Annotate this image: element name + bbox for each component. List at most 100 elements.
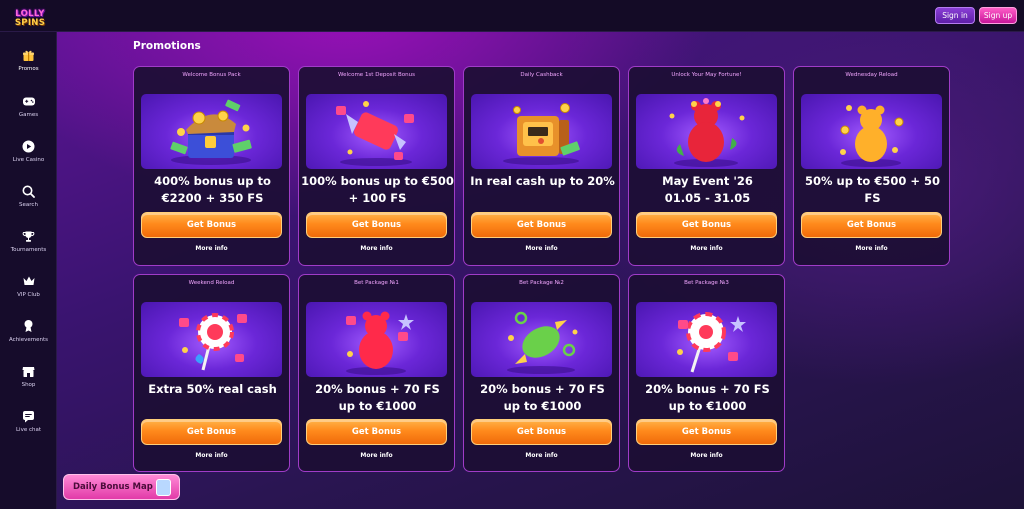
promo-card-title: 20% bonus + 70 FS up to €1000 [631,381,784,415]
sidebar-label: Games [18,112,39,118]
play-icon [21,138,37,154]
sidebar-item-live-chat[interactable]: Live chat [0,408,57,444]
promo-card-title-line2: up to €1000 [668,399,747,413]
red-gummy-bear-image [306,302,447,377]
more-info-link[interactable]: More info [629,245,784,252]
promo-card-title-line1: 20% bonus + 70 FS [645,382,770,396]
promo-card-title-line1: In real cash up to 20% [470,174,615,188]
sidebar-item-achievements[interactable]: Achievements [0,318,57,354]
sidebar-label: Search [19,202,38,208]
promo-card-title: Extra 50% real cash [136,381,289,398]
promo-card-may-fortune: Unlock Your May Fortune! May Event '26 0… [628,66,785,266]
more-info-link[interactable]: More info [464,452,619,459]
get-bonus-button[interactable]: Get Bonus [141,419,282,445]
promo-card-heading: Weekend Reload [188,280,235,286]
sidebar-item-live-casino[interactable]: Live Casino [0,138,57,174]
sidebar-item-tournaments[interactable]: Tournaments [0,228,57,264]
sidebar: Promos Games Live Casino Search Tourname… [0,32,57,509]
promo-card-title: 20% bonus + 70 FS up to €1000 [466,381,619,415]
gamepad-icon [21,93,37,109]
promo-card-title-line1: 50% up to €500 + 50 FS [804,174,940,205]
sign-up-button[interactable]: Sign up [979,7,1017,24]
gift-icon [21,47,37,63]
promo-card-title: 400% bonus up to €2200 + 350 FS [136,173,289,207]
gift-box-icon [156,479,171,496]
candy-image [306,94,447,169]
sidebar-label: Live Casino [12,157,45,163]
promo-card-heading: Welcome 1st Deposit Bonus [338,72,415,78]
get-bonus-button[interactable]: Get Bonus [801,212,942,238]
get-bonus-button[interactable]: Get Bonus [306,212,447,238]
safe-image [471,94,612,169]
daily-bonus-map-label: Daily Bonus Map [73,482,153,492]
promo-card-title: 50% up to €500 + 50 FS [796,173,949,207]
search-icon [21,183,37,199]
gold-gummy-bear-image [801,94,942,169]
promo-card-heading: Unlock Your May Fortune! [671,72,742,78]
sidebar-item-search[interactable]: Search [0,183,57,219]
sidebar-item-promos[interactable]: Promos [0,47,57,83]
promo-card-heading: Bet Package №2 [519,280,564,286]
more-info-link[interactable]: More info [134,245,289,252]
sidebar-item-shop[interactable]: Shop [0,363,57,399]
sidebar-label: Shop [21,382,36,388]
sidebar-label: Promos [18,66,39,72]
promo-card-title: 20% bonus + 70 FS up to €1000 [301,381,454,415]
lollipop-image [636,302,777,377]
page-title: Promotions [133,40,201,52]
promo-card-bet-package-1: Bet Package №1 20% bonus + 70 FS up to €… [298,274,455,472]
promo-card-title-line1: 20% bonus + 70 FS [315,382,440,396]
get-bonus-button[interactable]: Get Bonus [636,212,777,238]
promo-card-title-line1: May Event '26 [662,174,753,188]
red-gummy-bear-image [636,94,777,169]
promo-card-weekend-reload: Weekend Reload Extra 50% real cash Get B… [133,274,290,472]
sign-in-button[interactable]: Sign in [935,7,975,24]
promo-card-wednesday-reload: Wednesday Reload 50% up to €500 + 50 FS … [793,66,950,266]
more-info-link[interactable]: More info [299,452,454,459]
promo-card-title: 100% bonus up to €500 + 100 FS [301,173,454,207]
green-candy-image [471,302,612,377]
get-bonus-button[interactable]: Get Bonus [471,419,612,445]
more-info-link[interactable]: More info [299,245,454,252]
daily-bonus-map-button[interactable]: Daily Bonus Map [63,474,180,500]
medal-icon [21,318,37,334]
lollipop-image [141,302,282,377]
more-info-link[interactable]: More info [464,245,619,252]
sidebar-item-games[interactable]: Games [0,93,57,129]
promo-card-heading: Bet Package №1 [354,280,399,286]
promo-card-heading: Wednesday Reload [845,72,898,78]
lolly-spins-logo[interactable]: LOLLY SPINS [10,4,50,34]
promo-card-title-line2: €2200 + 350 FS [161,191,264,205]
sidebar-label: Tournaments [10,247,47,253]
promo-card-heading: Bet Package №3 [684,280,729,286]
sidebar-label: VIP Club [17,292,40,298]
promo-card-title-line2: up to €1000 [338,399,417,413]
top-bar: LOLLY SPINS Sign in Sign up [0,0,1024,32]
promo-card-title: May Event '26 01.05 - 31.05 [631,173,784,207]
promo-card-title-line2: up to €1000 [503,399,582,413]
promo-card-title-line1: 20% bonus + 70 FS [480,382,605,396]
more-info-link[interactable]: More info [134,452,289,459]
more-info-link[interactable]: More info [629,452,784,459]
promo-card-welcome-1st-deposit-bonus: Welcome 1st Deposit Bonus 100% bonus up … [298,66,455,266]
more-info-link[interactable]: More info [794,245,949,252]
get-bonus-button[interactable]: Get Bonus [141,212,282,238]
logo-text-line2: SPINS [14,18,46,28]
promo-card-title: In real cash up to 20% [466,173,619,190]
get-bonus-button[interactable]: Get Bonus [471,212,612,238]
get-bonus-button[interactable]: Get Bonus [306,419,447,445]
promo-card-heading: Daily Cashback [520,72,563,78]
crown-icon [21,273,37,289]
promo-card-bet-package-3: Bet Package №3 20% bonus + 70 FS up to €… [628,274,785,472]
promo-card-welcome-bonus-pack: Welcome Bonus Pack 400% bonus up to €220… [133,66,290,266]
sidebar-item-vip-club[interactable]: VIP Club [0,273,57,309]
promo-card-heading: Welcome Bonus Pack [182,72,241,78]
promo-card-daily-cashback: Daily Cashback In real cash up to 20% Ge… [463,66,620,266]
get-bonus-button[interactable]: Get Bonus [636,419,777,445]
sidebar-label: Live chat [15,427,42,433]
trophy-icon [21,228,37,244]
shop-icon [21,363,37,379]
promo-card-bet-package-2: Bet Package №2 20% bonus + 70 FS up to €… [463,274,620,472]
promo-card-title-line2: 01.05 - 31.05 [664,191,751,205]
promo-card-title-line1: 400% bonus up to [154,174,271,188]
